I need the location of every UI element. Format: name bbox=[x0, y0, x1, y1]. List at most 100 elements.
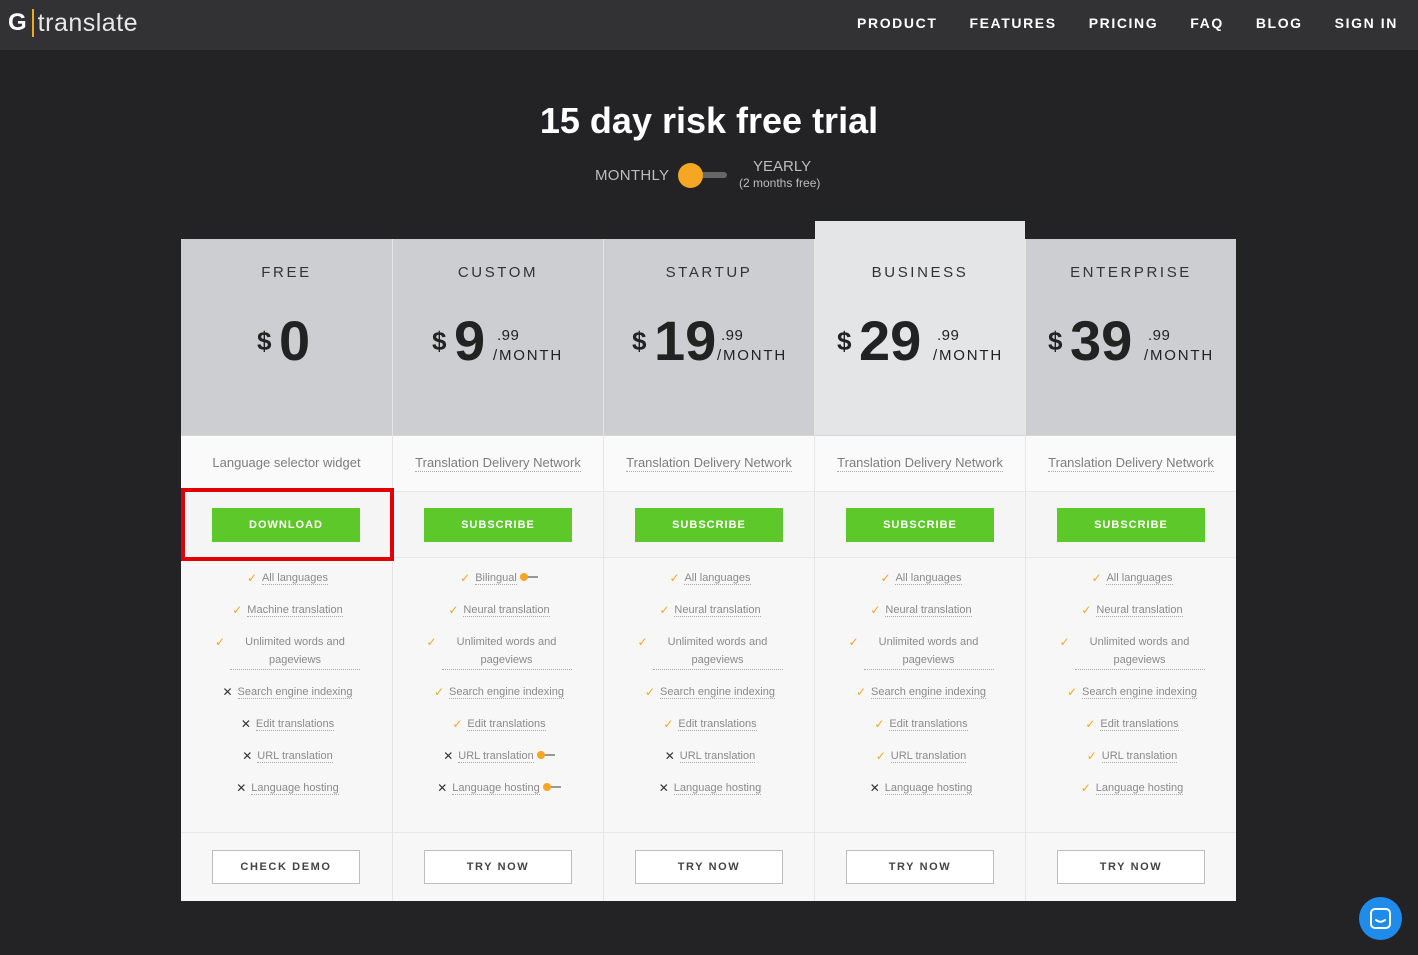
price-currency: $ bbox=[257, 326, 272, 356]
feature-text[interactable]: Search engine indexing bbox=[237, 686, 353, 699]
gtranslate-logo[interactable]: G translate bbox=[8, 6, 138, 40]
price-period: /MONTH bbox=[933, 347, 1003, 364]
check-icon: ✓ bbox=[644, 685, 656, 699]
feature-item: ✓ Unlimited words and pageviews bbox=[815, 633, 1025, 670]
nav-features[interactable]: FEATURES bbox=[969, 15, 1056, 31]
feature-text[interactable]: Unlimited words and pageviews bbox=[230, 633, 360, 670]
plan-footer: CHECK DEMO bbox=[181, 832, 392, 901]
try-now-button[interactable]: TRY NOW bbox=[846, 850, 994, 884]
feature-text[interactable]: Edit translations bbox=[467, 718, 546, 731]
nav-product[interactable]: PRODUCT bbox=[857, 15, 937, 31]
nav-sign-in[interactable]: SIGN IN bbox=[1335, 15, 1398, 31]
feature-text[interactable]: Language hosting bbox=[251, 782, 339, 795]
addon-toggle[interactable] bbox=[519, 573, 538, 581]
feature-item: ✕ Search engine indexing bbox=[181, 683, 392, 701]
check-icon: ✓ bbox=[1091, 571, 1102, 585]
feature-text[interactable]: Language hosting bbox=[452, 782, 540, 795]
subscribe-button[interactable]: SUBSCRIBE bbox=[424, 508, 572, 542]
feature-text[interactable]: Unlimited words and pageviews bbox=[1074, 633, 1205, 670]
plan-description-text[interactable]: Translation Delivery Network bbox=[415, 455, 581, 472]
nav-blog[interactable]: BLOG bbox=[1256, 15, 1303, 31]
price-amount: 39 bbox=[1070, 309, 1133, 372]
feature-text[interactable]: Neural translation bbox=[674, 604, 761, 617]
try-now-button[interactable]: TRY NOW bbox=[424, 850, 572, 884]
plan-name: ENTERPRISE bbox=[1070, 264, 1192, 281]
feature-text[interactable]: Language hosting bbox=[884, 782, 973, 795]
plan-card-custom: CUSTOM $9.99/MONTH Translation Delivery Ne… bbox=[392, 239, 603, 901]
feature-text[interactable]: All languages bbox=[1106, 572, 1173, 585]
chat-button[interactable] bbox=[1359, 897, 1402, 940]
plan-description-text[interactable]: Translation Delivery Network bbox=[837, 455, 1003, 472]
download-button[interactable]: DOWNLOAD bbox=[212, 508, 360, 542]
cross-icon: ✕ bbox=[236, 781, 247, 795]
feature-text[interactable]: URL translation bbox=[890, 750, 967, 763]
subscribe-button[interactable]: SUBSCRIBE bbox=[635, 508, 783, 542]
check-icon: ✓ bbox=[452, 717, 463, 731]
check-icon: ✓ bbox=[848, 635, 859, 649]
feature-item: ✓ All languages bbox=[1026, 569, 1236, 587]
cross-icon: ✕ bbox=[222, 685, 233, 699]
check-icon: ✓ bbox=[1086, 749, 1097, 763]
feature-text[interactable]: Language hosting bbox=[673, 782, 762, 795]
feature-item: ✓ All languages bbox=[815, 569, 1025, 587]
price-amount: 19 bbox=[654, 309, 717, 372]
cta-row: DOWNLOAD bbox=[181, 492, 392, 558]
feature-text[interactable]: URL translation bbox=[679, 750, 756, 763]
monthly-label[interactable]: MONTHLY bbox=[595, 167, 669, 184]
feature-text[interactable]: URL translation bbox=[257, 750, 333, 763]
feature-text[interactable]: Search engine indexing bbox=[1082, 686, 1197, 699]
feature-item: ✕ Language hosting bbox=[604, 779, 814, 797]
feature-text[interactable]: URL translation bbox=[458, 750, 534, 763]
cross-icon: ✕ bbox=[240, 717, 251, 731]
feature-item: ✓ Neural translation bbox=[815, 601, 1025, 619]
nav-faq[interactable]: FAQ bbox=[1190, 15, 1224, 31]
feature-text[interactable]: Edit translations bbox=[678, 718, 757, 731]
feature-text[interactable]: Machine translation bbox=[247, 604, 343, 617]
feature-text[interactable]: Neural translation bbox=[1096, 604, 1183, 617]
feature-text[interactable]: Language hosting bbox=[1095, 782, 1184, 795]
plan-description: Translation Delivery Network bbox=[393, 436, 603, 492]
plan-name: STARTUP bbox=[665, 264, 753, 281]
plan-description-text[interactable]: Translation Delivery Network bbox=[626, 455, 792, 472]
addon-toggle[interactable] bbox=[542, 783, 561, 791]
check-icon: ✓ bbox=[874, 717, 885, 731]
feature-text[interactable]: Search engine indexing bbox=[660, 686, 775, 699]
feature-text[interactable]: Search engine indexing bbox=[871, 686, 986, 699]
feature-text[interactable]: Unlimited words and pageviews bbox=[652, 633, 783, 670]
feature-text[interactable]: Edit translations bbox=[255, 718, 335, 731]
try-now-button[interactable]: TRY NOW bbox=[635, 850, 783, 884]
check-icon: ✓ bbox=[1059, 635, 1070, 649]
feature-text[interactable]: Unlimited words and pageviews bbox=[863, 633, 994, 670]
feature-item: ✕ URL translation bbox=[393, 747, 603, 765]
try-now-button[interactable]: TRY NOW bbox=[1057, 850, 1205, 884]
yearly-label[interactable]: YEARLY bbox=[753, 158, 811, 175]
feature-text[interactable]: Bilingual bbox=[475, 572, 517, 585]
feature-item: ✓ Edit translations bbox=[604, 715, 814, 733]
feature-text[interactable]: Search engine indexing bbox=[449, 686, 564, 699]
plan-description: Translation Delivery Network bbox=[1026, 436, 1236, 492]
check-icon: ✓ bbox=[232, 603, 243, 617]
plan-description-text[interactable]: Translation Delivery Network bbox=[1048, 455, 1214, 472]
price-amount: 29 bbox=[859, 309, 922, 372]
feature-text[interactable]: URL translation bbox=[1101, 750, 1178, 763]
feature-item: ✕ URL translation bbox=[181, 747, 392, 765]
plan-header: STARTUP $19.99/MONTH bbox=[604, 239, 814, 436]
check-demo-button[interactable]: CHECK DEMO bbox=[212, 850, 360, 884]
feature-text[interactable]: Edit translations bbox=[1100, 718, 1179, 731]
feature-text[interactable]: All languages bbox=[684, 572, 751, 585]
feature-item: ✓ All languages bbox=[181, 569, 392, 587]
billing-toggle-knob[interactable] bbox=[678, 163, 703, 188]
addon-toggle[interactable] bbox=[536, 751, 555, 759]
feature-text[interactable]: Unlimited words and pageviews bbox=[441, 633, 572, 670]
subscribe-button[interactable]: SUBSCRIBE bbox=[1057, 508, 1205, 542]
plan-footer: TRY NOW bbox=[604, 832, 814, 901]
subscribe-button[interactable]: SUBSCRIBE bbox=[846, 508, 994, 542]
feature-text[interactable]: All languages bbox=[261, 572, 329, 585]
feature-item: ✓ Neural translation bbox=[393, 601, 603, 619]
feature-text[interactable]: All languages bbox=[895, 572, 962, 585]
nav-pricing[interactable]: PRICING bbox=[1089, 15, 1159, 31]
price-period: /MONTH bbox=[1144, 347, 1214, 364]
feature-text[interactable]: Edit translations bbox=[889, 718, 968, 731]
feature-text[interactable]: Neural translation bbox=[885, 604, 972, 617]
feature-text[interactable]: Neural translation bbox=[463, 604, 550, 617]
